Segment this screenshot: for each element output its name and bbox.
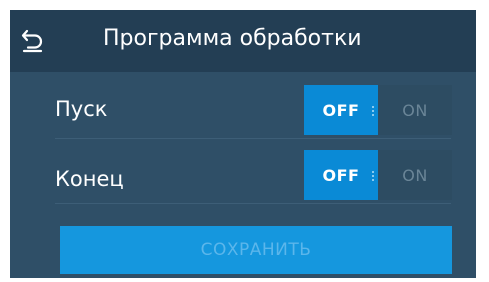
header-bar: Программа обработки [10, 10, 476, 72]
undo-arrow-icon [21, 29, 43, 53]
end-toggle-off[interactable]: OFF [304, 150, 378, 200]
start-toggle[interactable]: OFF ON [304, 85, 452, 135]
end-toggle[interactable]: OFF ON [304, 150, 452, 200]
start-toggle-off[interactable]: OFF [304, 85, 378, 135]
row-divider [55, 203, 451, 204]
end-toggle-on[interactable]: ON [378, 150, 452, 200]
start-toggle-on[interactable]: ON [378, 85, 452, 135]
screen: Программа обработки Пуск OFF ON Конец OF… [10, 10, 476, 278]
end-label: Конец [55, 167, 124, 191]
save-button[interactable]: СОХРАНИТЬ [60, 226, 452, 274]
back-button[interactable] [14, 21, 54, 61]
row-divider [55, 138, 451, 139]
page-title: Программа обработки [103, 26, 362, 51]
start-label: Пуск [55, 97, 108, 121]
